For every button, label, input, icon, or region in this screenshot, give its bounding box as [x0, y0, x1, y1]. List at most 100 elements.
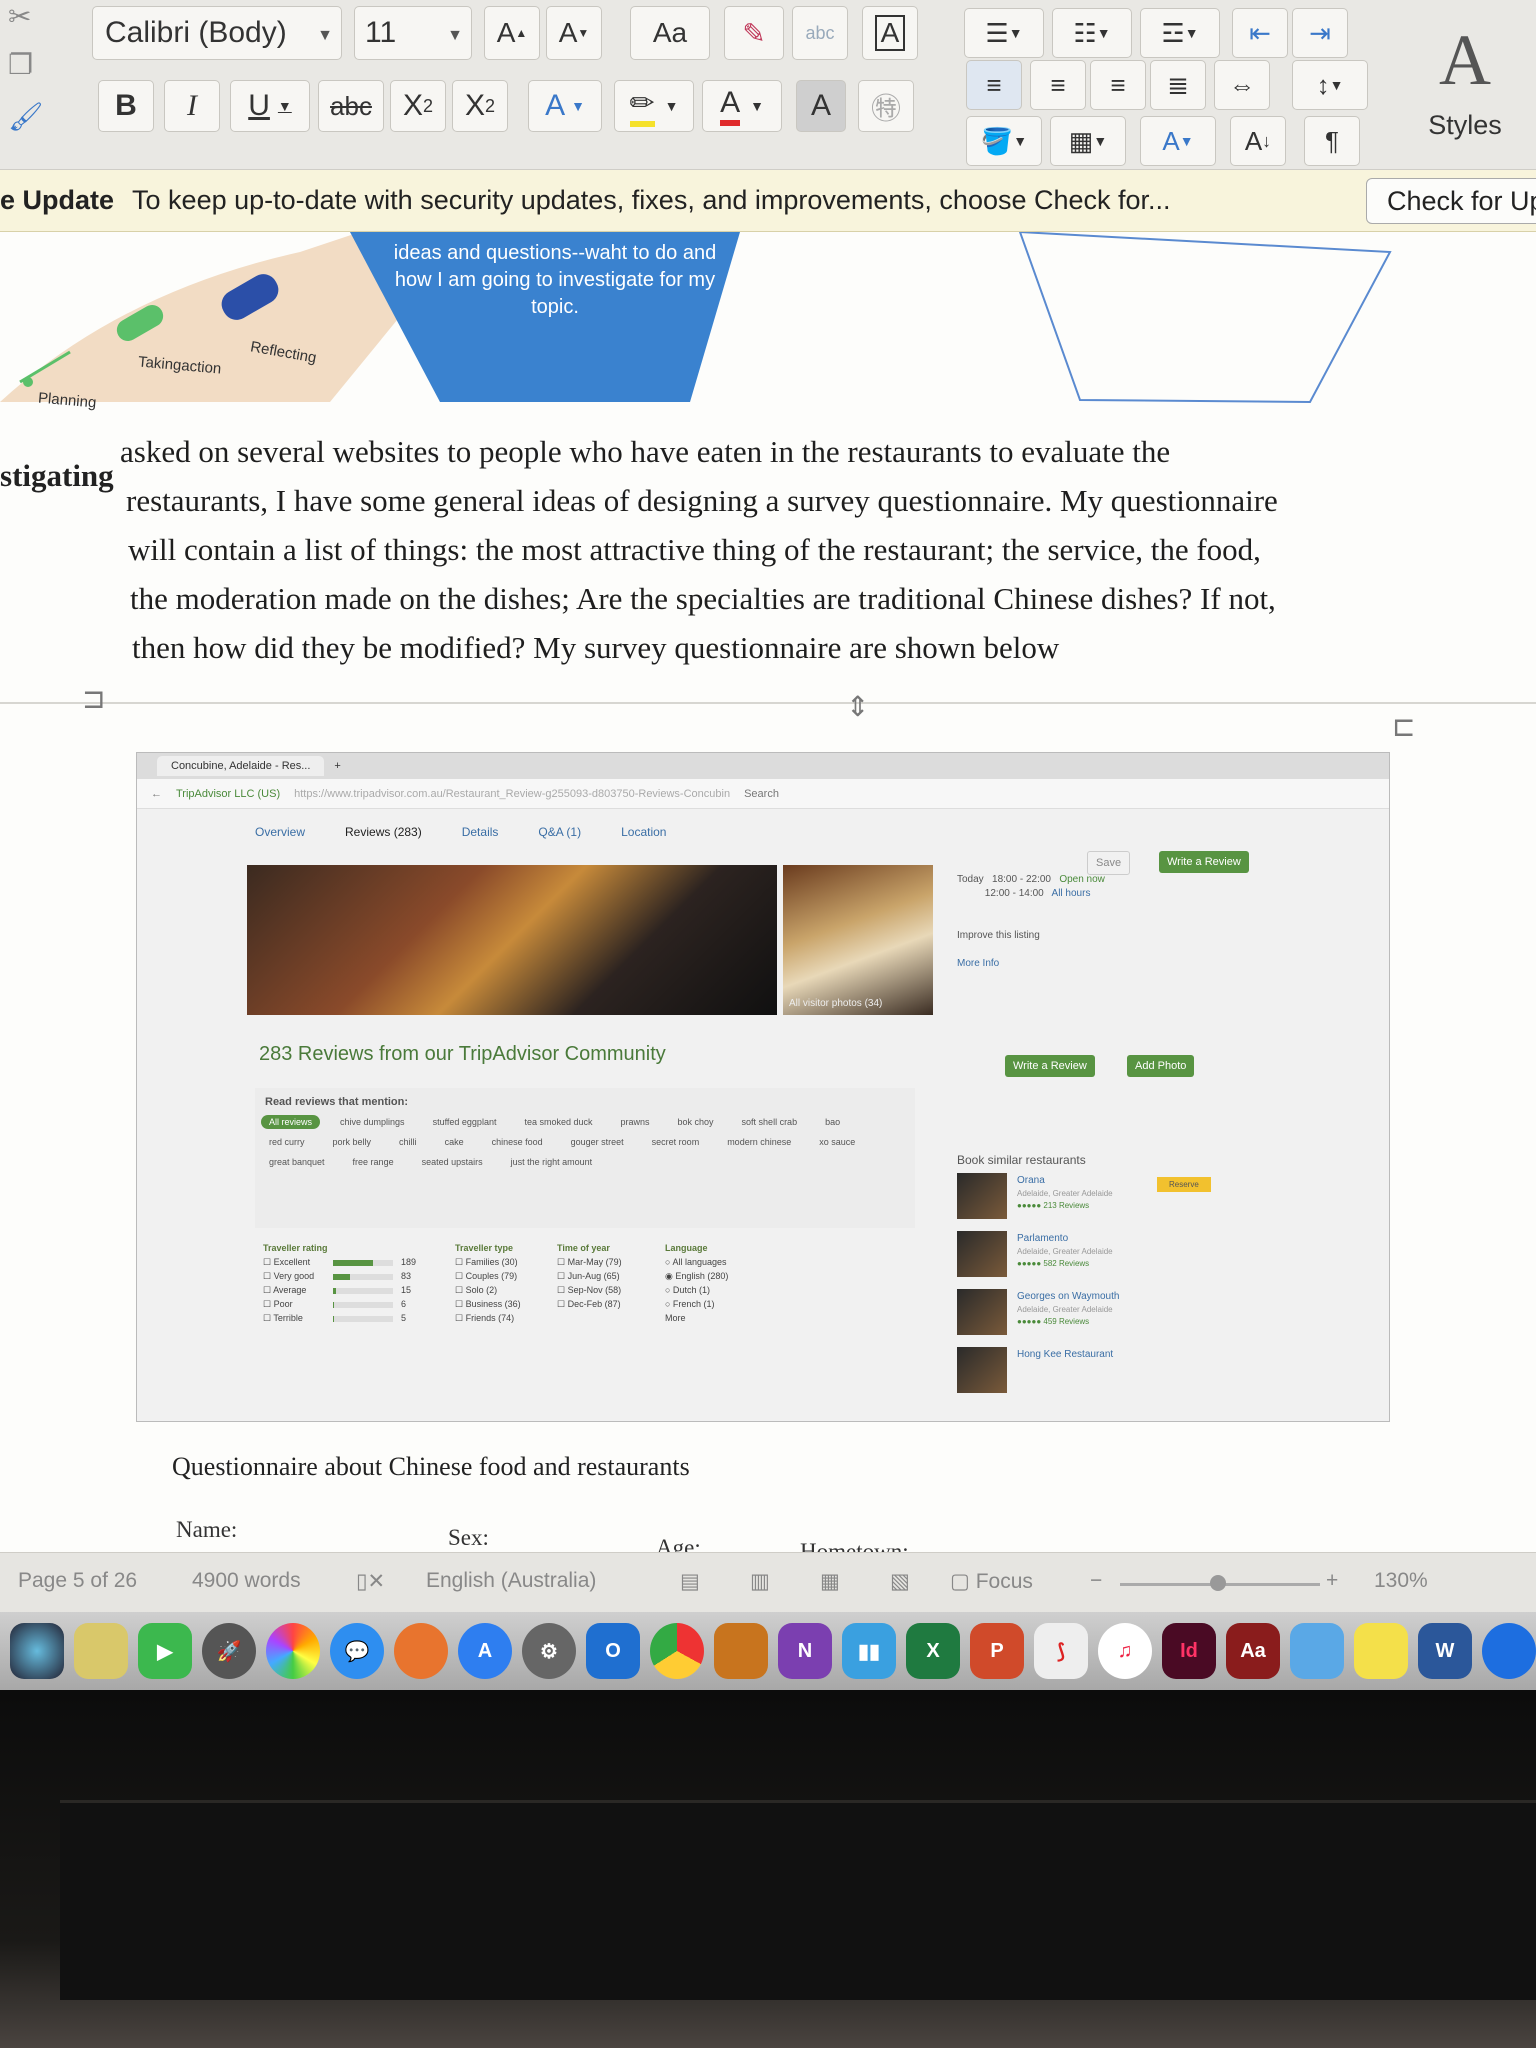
opening-hours: Today 18:00 - 22:00 Open now 12:00 - 14:…: [957, 873, 1105, 971]
page-gap-icon[interactable]: ⇕: [846, 690, 869, 723]
highlighter-icon: ✏: [629, 86, 655, 127]
siri-icon[interactable]: [10, 1623, 64, 1679]
enclose-characters-button[interactable]: ㊕: [858, 80, 914, 132]
shrink-font-button[interactable]: A ▼: [546, 6, 602, 60]
chrome-icon[interactable]: [650, 1623, 704, 1679]
body-paragraph[interactable]: asked on several websites to people who …: [120, 427, 1420, 672]
page-corner-mark: ⊏: [1392, 711, 1416, 742]
strikethrough-button[interactable]: abc: [318, 80, 384, 132]
line-spacing-icon: ↕: [1316, 69, 1330, 100]
clear-formatting-button[interactable]: ✎: [724, 6, 784, 60]
mention-chip: tea smoked duck: [524, 1117, 593, 1127]
language-indicator[interactable]: English (Australia): [426, 1569, 596, 1593]
finder-icon[interactable]: [1482, 1623, 1536, 1679]
stickies-icon[interactable]: [1354, 1623, 1408, 1679]
superscript-button[interactable]: X2: [452, 80, 508, 132]
similar-restaurant: Orana Adelaide, Greater Adelaide ●●●●● 213…: [957, 1173, 1217, 1227]
zoom-out-icon[interactable]: −: [1090, 1569, 1102, 1593]
app-store-icon[interactable]: A: [458, 1623, 512, 1679]
contacts-icon[interactable]: [394, 1623, 448, 1679]
align-left-button[interactable]: ≡: [966, 60, 1022, 110]
phonetic-guide-icon: abc: [805, 22, 835, 43]
rating-row: ☐ Poor 6: [263, 1297, 416, 1311]
word-count[interactable]: 4900 words: [192, 1569, 301, 1593]
launchpad-icon[interactable]: 🚀: [202, 1623, 256, 1679]
subscript-icon: X: [402, 89, 423, 122]
language-heading: Language: [665, 1243, 708, 1253]
word-icon[interactable]: W: [1418, 1623, 1472, 1679]
book-similar-heading: Book similar restaurants: [957, 1153, 1086, 1167]
outline-view-icon[interactable]: ▥: [750, 1569, 770, 1594]
bold-button[interactable]: B: [98, 80, 154, 132]
mention-chip: chilli: [399, 1137, 417, 1147]
focus-button[interactable]: ▢ Focus: [950, 1569, 1033, 1594]
line-spacing-button[interactable]: ↕ ▼: [1292, 60, 1368, 110]
text-effects-button[interactable]: A ▼: [528, 80, 602, 132]
copy-icon[interactable]: ❐: [8, 48, 33, 81]
reviews-heading: 283 Reviews from our TripAdvisor Communi…: [259, 1043, 666, 1065]
proofing-icon[interactable]: ▯✕: [356, 1569, 385, 1594]
highlight-button[interactable]: ✏ ▼: [614, 80, 694, 132]
system-preferences-icon[interactable]: ⚙: [522, 1623, 576, 1679]
font-color-button[interactable]: A ▼: [702, 80, 782, 132]
onenote-icon[interactable]: N: [778, 1623, 832, 1679]
books-icon[interactable]: [714, 1623, 768, 1679]
numbering-button[interactable]: ☷ ▼: [1052, 8, 1132, 58]
type-row: ☐ Business (36): [455, 1299, 521, 1309]
align-center-button[interactable]: ≡: [1030, 60, 1086, 110]
change-case-button[interactable]: Aa: [630, 6, 710, 60]
format-painter-icon[interactable]: 🖌: [8, 100, 44, 133]
styles-button[interactable]: A Styles: [1410, 10, 1520, 150]
subscript-button[interactable]: X2: [390, 80, 446, 132]
increase-indent-button[interactable]: ⇥: [1292, 8, 1348, 58]
excel-icon[interactable]: X: [906, 1623, 960, 1679]
grow-font-button[interactable]: A ▲: [484, 6, 540, 60]
preview-icon[interactable]: [74, 1623, 128, 1679]
zoom-slider-knob[interactable]: [1210, 1575, 1226, 1591]
language-row: ○ All languages: [665, 1257, 727, 1267]
rating-row: ☐ Terrible 5: [263, 1311, 416, 1325]
numbers-icon[interactable]: ▮▮: [842, 1623, 896, 1679]
indesign-icon[interactable]: Id: [1162, 1623, 1216, 1679]
decrease-indent-button[interactable]: ⇤: [1232, 8, 1288, 58]
bullets-button[interactable]: ☰ ▼: [964, 8, 1044, 58]
dictionary-icon[interactable]: Aa: [1226, 1623, 1280, 1679]
web-layout-icon[interactable]: ▧: [890, 1569, 910, 1594]
cut-icon[interactable]: ✂: [8, 0, 31, 33]
photos-icon[interactable]: [266, 1623, 320, 1679]
outlook-icon[interactable]: O: [586, 1623, 640, 1679]
acrobat-icon[interactable]: ⟆: [1034, 1623, 1088, 1679]
restaurant-reviews: ●●●●● 582 Reviews: [1017, 1259, 1090, 1268]
check-for-updates-button[interactable]: Check for Up: [1366, 178, 1536, 224]
multilevel-list-button[interactable]: ☲ ▼: [1140, 8, 1220, 58]
powerpoint-icon[interactable]: P: [970, 1623, 1024, 1679]
embedded-screenshot-image[interactable]: Concubine, Adelaide - Res... + ← TripAdv…: [136, 752, 1390, 1422]
distributed-button[interactable]: ⇔: [1214, 60, 1270, 110]
italic-button[interactable]: I: [164, 80, 220, 132]
underline-button[interactable]: U ▼: [230, 80, 310, 132]
asian-layout-button[interactable]: A ▼: [1140, 116, 1216, 166]
notes-icon[interactable]: [1290, 1623, 1344, 1679]
phonetic-guide-button[interactable]: abc: [792, 6, 848, 60]
align-right-button[interactable]: ≡: [1090, 60, 1146, 110]
print-layout-icon[interactable]: ▤: [680, 1569, 700, 1594]
itunes-icon[interactable]: ♫: [1098, 1623, 1152, 1679]
zoom-level[interactable]: 130%: [1374, 1569, 1428, 1593]
justify-button[interactable]: ≣: [1150, 60, 1206, 110]
time-row: ☐ Dec-Feb (87): [557, 1299, 621, 1309]
rating-bar-track: [333, 1273, 393, 1280]
sort-button[interactable]: A ↓: [1230, 116, 1286, 166]
shading-button[interactable]: 🪣 ▼: [966, 116, 1042, 166]
type-rows: ☐ Families (30) ☐ Couples (79) ☐ Solo (2) ☐…: [455, 1255, 521, 1325]
draft-view-icon[interactable]: ▦: [820, 1569, 840, 1594]
show-marks-button[interactable]: ¶: [1304, 116, 1360, 166]
borders-button[interactable]: ▦ ▼: [1050, 116, 1126, 166]
facetime-icon[interactable]: ▶: [138, 1623, 192, 1679]
font-name-select[interactable]: Calibri (Body) ▼: [92, 6, 342, 60]
page-count[interactable]: Page 5 of 26: [18, 1569, 137, 1593]
character-shading-button[interactable]: A: [796, 80, 846, 132]
font-size-select[interactable]: 11 ▼: [354, 6, 472, 60]
messages-icon[interactable]: 💬: [330, 1623, 384, 1679]
character-border-button[interactable]: A: [862, 6, 918, 60]
zoom-in-icon[interactable]: +: [1326, 1569, 1338, 1593]
